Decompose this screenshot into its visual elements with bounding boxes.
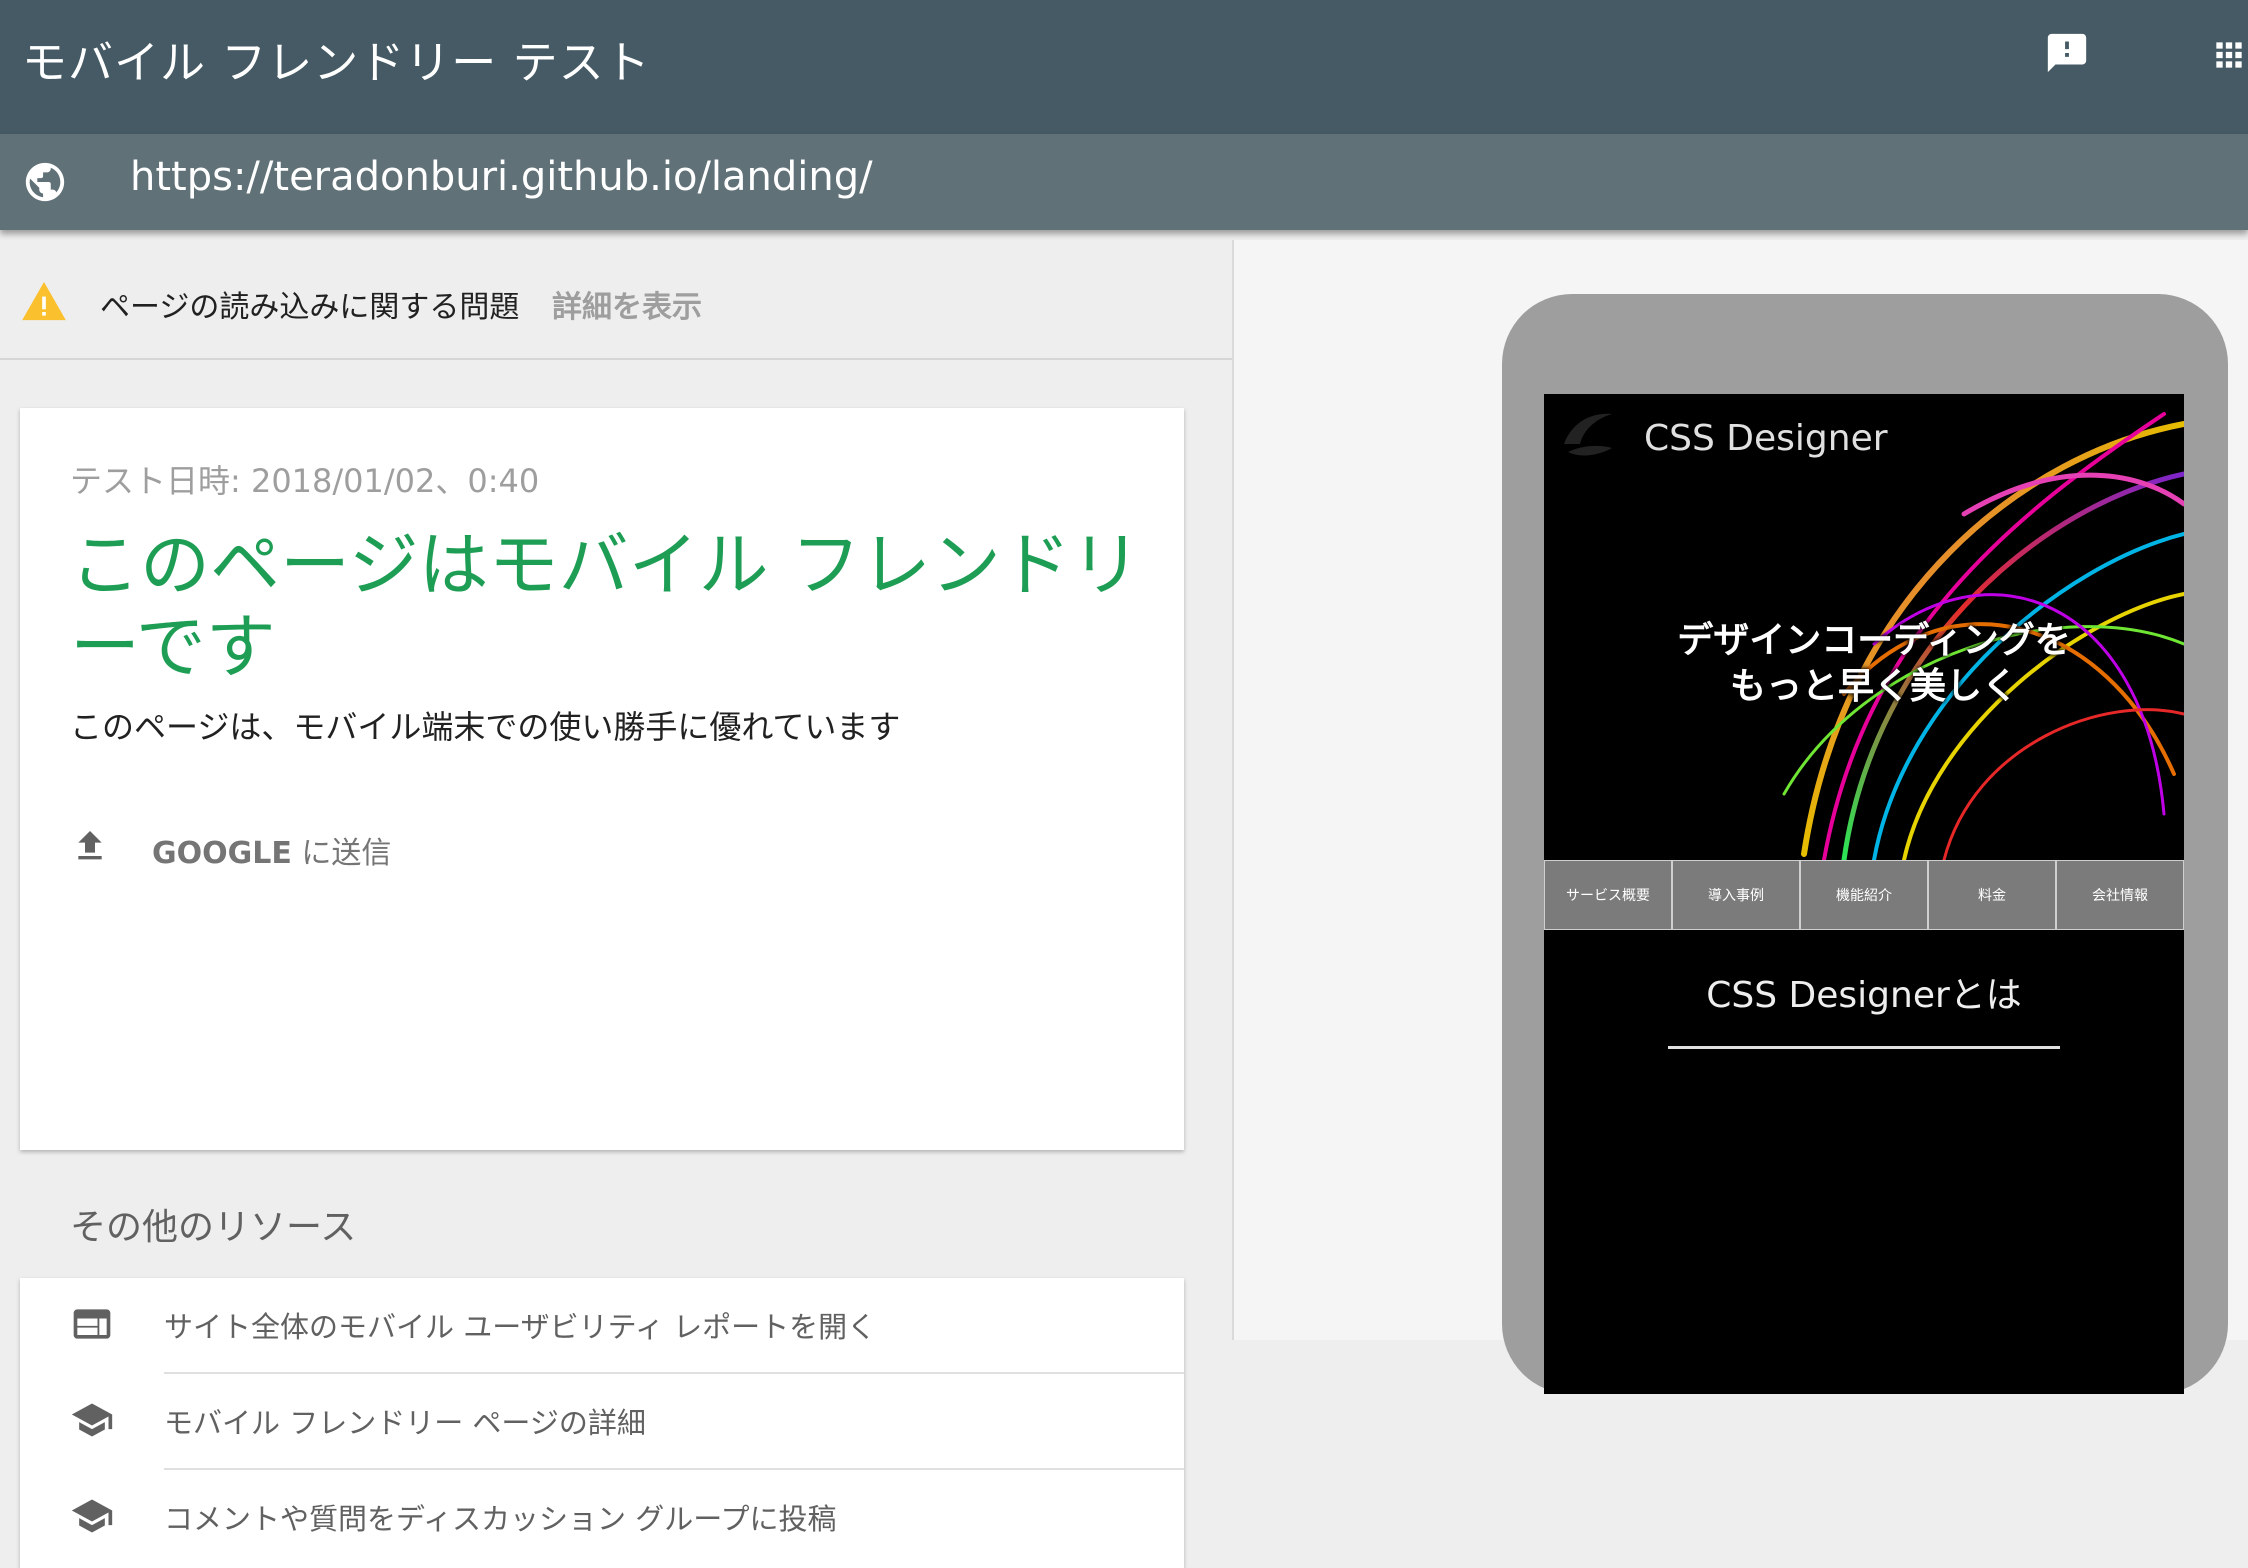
results-panel: ページの読み込みに関する問題 詳細を表示 テスト日時: 2018/01/02、0… [0,240,1234,1568]
about-heading: CSS Designerとは [1706,975,2022,1016]
site-nav-item-company[interactable]: 会社情報 [2056,860,2184,930]
resource-label: コメントや質問をディスカッション グループに投稿 [164,1502,837,1536]
site-nav: サービス概要 導入事例 機能紹介 料金 会社情報 [1544,860,2184,930]
result-card: テスト日時: 2018/01/02、0:40 このページはモバイル フレンドリー… [20,408,1184,1150]
apps-grid-icon[interactable] [2210,36,2248,74]
issue-text: ページの読み込みに関する問題 [100,290,520,325]
url-input[interactable]: https://teradonburi.github.io/landing/ [130,154,873,200]
resource-item-discussion-group[interactable]: コメントや質問をディスカッション グループに投稿 [20,1470,1184,1564]
test-date: テスト日時: 2018/01/02、0:40 [70,462,540,500]
resource-item-usability-report[interactable]: サイト全体のモバイル ユーザビリティ レポートを開く [20,1278,1184,1372]
submit-label-google: GOOGLE [152,836,292,871]
hero-banner: CSS Designer デザインコーディングを もっと早く美しく [1544,394,2184,860]
tagline-line-2: もっと早く美しく [1729,666,2018,707]
site-tagline: デザインコーディングを もっと早く美しく [1654,618,2094,710]
globe-icon [25,162,65,202]
site-nav-item-features[interactable]: 機能紹介 [1800,860,1928,930]
phone-frame: CSS Designer デザインコーディングを もっと早く美しく サービス概要… [1502,294,2228,1394]
result-description: このページは、モバイル端末での使い勝手に優れています [70,708,901,746]
css-designer-logo [1564,413,1612,456]
top-app-bar: モバイル フレンドリー テスト [0,0,2248,134]
submit-label: GOOGLE に送信 [152,828,391,872]
resources-heading: その他のリソース [70,1207,357,1248]
resources-list: サイト全体のモバイル ユーザビリティ レポートを開く モバイル フレンドリー ペ… [20,1278,1184,1568]
preview-panel: CSS Designer デザインコーディングを もっと早く美しく サービス概要… [1234,240,2248,1394]
show-details-link[interactable]: 詳細を表示 [552,282,702,326]
site-brand: CSS Designer [1644,418,1888,459]
submit-label-suffix: に送信 [291,836,392,871]
site-nav-item-cases[interactable]: 導入事例 [1672,860,1800,930]
app-title: モバイル フレンドリー テスト [22,36,651,89]
about-divider [1668,1046,2060,1049]
url-bar[interactable]: https://teradonburi.github.io/landing/ [0,134,2248,230]
site-nav-item-pricing[interactable]: 料金 [1928,860,2056,930]
resource-item-learn-more[interactable]: モバイル フレンドリー ページの詳細 [20,1374,1184,1468]
school-icon [71,1403,113,1437]
tagline-line-1: デザインコーディングを [1677,620,2071,661]
feedback-icon[interactable] [2044,30,2090,76]
web-report-icon [73,1309,111,1339]
school-icon [71,1499,113,1533]
resource-label: モバイル フレンドリー ページの詳細 [164,1406,646,1440]
result-title: このページはモバイル フレンドリーです [70,524,1141,688]
phone-screen[interactable]: CSS Designer デザインコーディングを もっと早く美しく サービス概要… [1544,394,2184,1394]
site-nav-item-service[interactable]: サービス概要 [1544,860,1672,930]
upload-icon [78,831,102,860]
warning-icon [22,282,66,321]
page-loading-issues-bar: ページの読み込みに関する問題 詳細を表示 [0,240,1232,360]
